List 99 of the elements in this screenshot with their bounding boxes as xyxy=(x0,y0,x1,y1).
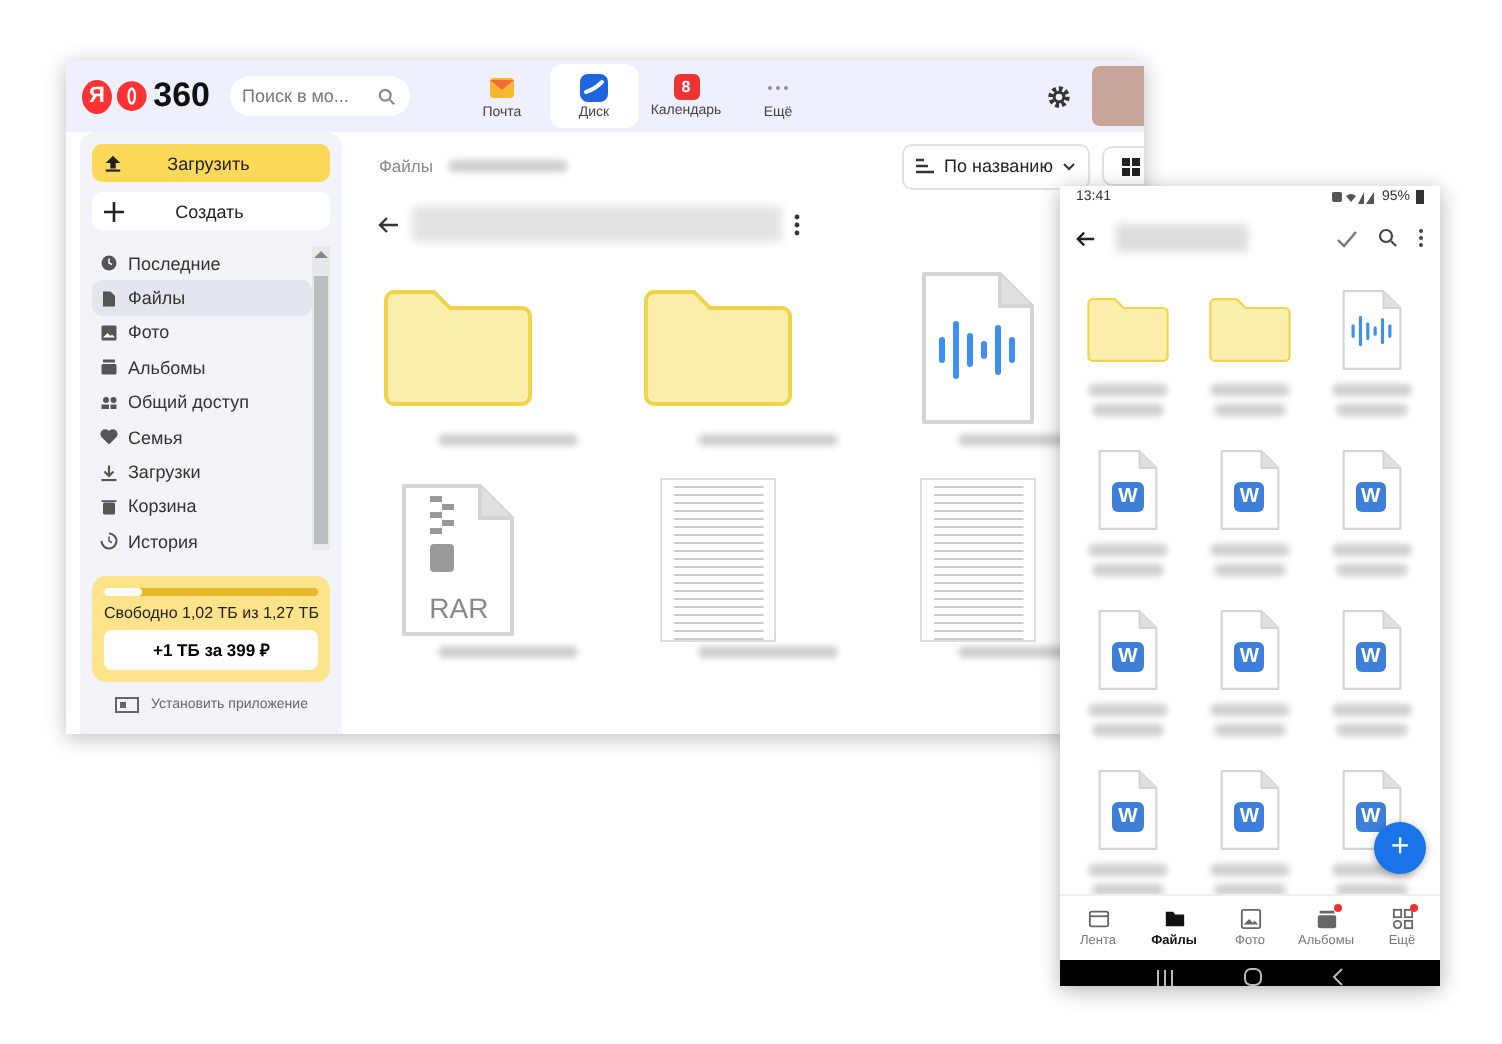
blurred-text xyxy=(438,646,579,658)
scrollbar[interactable] xyxy=(312,246,331,550)
heart-icon xyxy=(100,428,118,447)
recent-apps-icon[interactable] xyxy=(1155,969,1174,985)
view-button[interactable] xyxy=(1102,146,1144,186)
word-file-icon: W xyxy=(1339,608,1404,692)
album-icon xyxy=(100,358,118,377)
back-arrow-icon[interactable] xyxy=(378,215,401,233)
feed-icon xyxy=(1087,908,1109,930)
blurred-text xyxy=(1209,704,1290,716)
trash-icon xyxy=(100,497,118,516)
word-file-icon: W xyxy=(1217,608,1282,692)
upload-icon xyxy=(104,154,122,172)
blurred-text xyxy=(1213,884,1286,894)
word-file-icon: W xyxy=(1096,608,1161,692)
blurred-text xyxy=(1213,404,1286,416)
upload-button[interactable]: Загрузить xyxy=(92,144,331,182)
logo-text: 360 xyxy=(153,76,210,116)
image-icon xyxy=(1239,908,1261,930)
audio-file-icon xyxy=(918,268,1039,428)
word-file-icon: W xyxy=(1339,448,1404,532)
back-arrow-icon[interactable] xyxy=(1076,229,1096,247)
chevron-down-icon xyxy=(1062,161,1077,171)
logo-icon xyxy=(115,78,148,114)
blurred-text xyxy=(1088,704,1169,716)
search-field[interactable]: Поиск в мо... xyxy=(230,76,410,116)
clock-icon xyxy=(100,254,118,273)
buy-storage-button[interactable]: +1 ТБ за 399 ₽ xyxy=(104,629,319,670)
people-icon xyxy=(100,393,118,412)
history-icon xyxy=(100,532,118,551)
sidebar-item[interactable]: История xyxy=(92,524,313,560)
sort-button[interactable]: По названию xyxy=(902,143,1091,189)
image-icon xyxy=(100,323,118,342)
folder-icon xyxy=(1084,296,1173,364)
audio-file-icon xyxy=(1339,288,1404,372)
sidebar-item[interactable]: Загрузки xyxy=(92,454,313,490)
blurred-text xyxy=(438,434,579,446)
archive-file-icon: RAR xyxy=(398,480,519,640)
blurred-text xyxy=(1088,544,1169,556)
word-file-icon: W xyxy=(1217,768,1282,852)
blurred-text xyxy=(1209,544,1290,556)
blurred-text xyxy=(1213,564,1286,576)
breadcrumb-link[interactable]: Файлы xyxy=(378,156,433,176)
blurred-text xyxy=(1116,224,1248,252)
sidebar-item[interactable]: Семья xyxy=(92,419,313,455)
create-button[interactable]: Создать xyxy=(92,192,331,230)
back-icon[interactable] xyxy=(1332,968,1345,986)
blurred-text xyxy=(1092,884,1165,894)
sidebar-item[interactable]: Корзина xyxy=(92,489,313,525)
album-icon xyxy=(1315,908,1337,930)
blurred-text xyxy=(1335,404,1408,416)
grid-icon xyxy=(1391,908,1413,930)
battery-icon xyxy=(1416,190,1424,204)
calendar-icon: 8 xyxy=(673,74,699,100)
blurred-text xyxy=(1331,704,1412,716)
grid-icon xyxy=(1121,157,1140,175)
blurred-text xyxy=(1088,864,1169,876)
sidebar-item[interactable]: Общий доступ xyxy=(92,385,313,420)
more-icon[interactable] xyxy=(794,213,801,235)
blurred-text xyxy=(698,646,839,658)
word-file-icon: W xyxy=(1096,768,1161,852)
sidebar-item[interactable]: Фото xyxy=(92,315,313,351)
home-icon[interactable] xyxy=(1243,968,1262,986)
blurred-text xyxy=(1213,724,1286,736)
blurred-text xyxy=(1209,384,1290,396)
blurred-text xyxy=(1088,384,1169,396)
blurred-text xyxy=(1209,864,1290,876)
sidebar-item[interactable]: Альбомы xyxy=(92,350,313,386)
blurred-text xyxy=(1335,724,1408,736)
storage-text: Свободно 1,02 ТБ из 1,27 ТБ xyxy=(104,603,319,622)
blurred-text xyxy=(1092,564,1165,576)
download-icon xyxy=(100,463,118,482)
blurred-text xyxy=(1331,384,1412,396)
signal-icon xyxy=(1331,190,1376,204)
blurred-text xyxy=(448,160,569,172)
sidebar-item[interactable]: Последние xyxy=(92,246,313,281)
search-icon[interactable] xyxy=(1378,228,1398,248)
sidebar-item[interactable]: Файлы xyxy=(92,280,313,316)
word-file-icon: W xyxy=(1096,448,1161,532)
search-icon xyxy=(378,87,396,105)
blurred-text xyxy=(1335,564,1408,576)
more-icon[interactable] xyxy=(1418,228,1424,248)
folder-icon xyxy=(1163,908,1185,930)
settings-icon[interactable] xyxy=(1046,83,1072,109)
sort-icon xyxy=(916,158,935,174)
word-file-icon: W xyxy=(1217,448,1282,532)
blurred-text xyxy=(1092,404,1165,416)
blurred-text xyxy=(1092,724,1165,736)
logo-mark: Я xyxy=(82,79,112,113)
envelope-icon xyxy=(488,73,516,101)
scroll-up-icon[interactable] xyxy=(314,250,329,260)
plus-icon xyxy=(104,201,124,221)
blurred-text xyxy=(1335,884,1408,894)
file-icon xyxy=(100,289,118,308)
folder-icon xyxy=(1205,296,1294,364)
laptop-icon xyxy=(114,695,141,714)
blurred-text xyxy=(698,434,839,446)
check-icon[interactable] xyxy=(1336,229,1358,247)
blurred-text xyxy=(1331,544,1412,556)
